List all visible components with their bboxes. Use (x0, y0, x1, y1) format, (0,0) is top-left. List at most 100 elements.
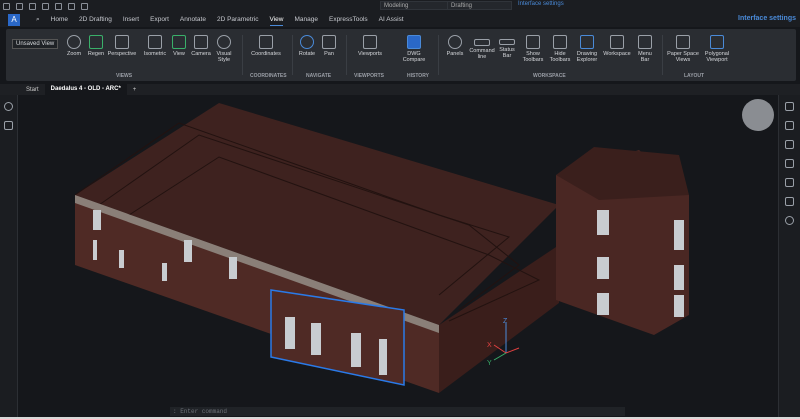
coordinates-icon (259, 35, 273, 49)
bim-icon[interactable] (785, 197, 794, 206)
search-icon[interactable]: ⌕ (36, 16, 40, 24)
command-input[interactable]: : Enter command (170, 407, 625, 416)
attach-icon[interactable] (785, 140, 794, 149)
polygonal-viewport-icon (710, 35, 724, 49)
label: Pan (324, 51, 334, 57)
divider (438, 35, 439, 75)
drawing-explorer-icon (580, 35, 594, 49)
left-sidebar (0, 95, 18, 419)
regen-icon (89, 35, 103, 49)
isometric-button[interactable]: Isometric (141, 35, 169, 57)
interface-settings-button[interactable]: Interface settings (738, 15, 796, 22)
layers-icon[interactable] (4, 121, 13, 130)
polygonal-viewport-button[interactable]: Polygonal Viewport (702, 35, 732, 63)
divider (292, 35, 293, 75)
tab-drawing[interactable]: Daedalus 4 - OLD - ARC* (44, 84, 127, 95)
axis-x-label: X (487, 342, 492, 349)
label: Visual Style (216, 51, 232, 63)
show-toolbars-button[interactable]: Show Toolbars (520, 35, 546, 63)
grid-icon[interactable] (785, 178, 794, 187)
view-icon (172, 35, 186, 49)
workspace-icon (610, 35, 624, 49)
viewports-button[interactable]: Viewports (352, 35, 388, 57)
dwg-compare-icon (407, 35, 421, 49)
label: Perspective (107, 51, 137, 57)
status-bar-button[interactable]: Status Bar (496, 35, 518, 59)
label: Drawing Explorer (576, 51, 598, 63)
menu-bar-icon (638, 35, 652, 49)
layers-panel-icon[interactable] (785, 121, 794, 130)
profile-select[interactable]: Drafting (447, 1, 512, 10)
new-icon[interactable] (3, 2, 10, 10)
paper-space-icon (676, 35, 690, 49)
divider (242, 35, 243, 75)
redo-icon[interactable] (81, 2, 88, 10)
interface-settings-link[interactable]: Interface settings (518, 1, 564, 7)
document-tabs: Start Daedalus 4 - OLD - ARC* + (0, 84, 800, 95)
regen-button[interactable]: Regen (86, 35, 106, 57)
perspective-button[interactable]: Perspective (106, 35, 138, 57)
save-as-icon[interactable] (42, 2, 49, 10)
tab-manage[interactable]: Manage (294, 16, 318, 23)
label: Panels (446, 51, 464, 57)
command-line-button[interactable]: Command line (468, 35, 496, 60)
properties-icon[interactable] (785, 102, 794, 111)
divider (346, 35, 347, 75)
label: Menu Bar (638, 51, 652, 63)
cloud-icon[interactable] (785, 216, 794, 225)
zoom-button[interactable]: Zoom (64, 35, 84, 57)
label: Status Bar (499, 47, 515, 59)
tab-start[interactable]: Start (20, 87, 45, 93)
paper-space-views-button[interactable]: Paper Space Views (666, 35, 700, 63)
zoom-icon (67, 35, 81, 49)
tab-annotate[interactable]: Annotate (180, 16, 206, 23)
app-logo[interactable]: A (8, 13, 20, 26)
tab-2d-parametric[interactable]: 2D Parametric (217, 16, 259, 23)
coordinates-button[interactable]: Coordinates (248, 35, 284, 57)
dwg-compare-button[interactable]: DWG Compare (400, 35, 428, 63)
camera-button[interactable]: Camera (190, 35, 212, 57)
group-history: HISTORY (407, 73, 429, 79)
label: Hide Toolbars (549, 51, 571, 63)
group-viewports[interactable]: VIEWPORTS (354, 73, 384, 79)
save-icon[interactable] (29, 2, 36, 10)
tab-home[interactable]: Home (51, 16, 68, 23)
hide-toolbars-button[interactable]: Hide Toolbars (547, 35, 573, 63)
ribbon: Unsaved View Zoom Regen Perspective Isom… (6, 29, 796, 81)
panels-icon (448, 35, 462, 49)
undo-icon[interactable] (68, 2, 75, 10)
status-bar-icon (499, 39, 515, 45)
lightbulb-icon[interactable] (4, 102, 13, 111)
label: Paper Space Views (667, 51, 699, 63)
perspective-icon (115, 35, 129, 49)
print-icon[interactable] (55, 2, 62, 10)
tab-expresstools[interactable]: ExpressTools (329, 16, 368, 23)
visual-style-button[interactable]: Visual Style (212, 35, 236, 63)
tab-ai-assist[interactable]: AI Assist (379, 16, 404, 23)
drawing-explorer-button[interactable]: Drawing Explorer (573, 35, 601, 63)
view-button[interactable]: View (169, 35, 189, 57)
pan-icon (322, 35, 336, 49)
viewports-icon (363, 35, 377, 49)
pan-button[interactable]: Pan (320, 35, 338, 57)
new-tab-icon[interactable]: + (127, 87, 143, 93)
group-coordinates: COORDINATES (250, 73, 287, 79)
view-cube-icon[interactable] (742, 99, 774, 131)
tab-insert[interactable]: Insert (123, 16, 139, 23)
camera-icon (194, 35, 208, 49)
label: Show Toolbars (522, 51, 544, 63)
group-layout[interactable]: LAYOUT (684, 73, 704, 79)
tab-2d-drafting[interactable]: 2D Drafting (79, 16, 112, 23)
workspace-button[interactable]: Workspace (602, 35, 632, 57)
rotate-button[interactable]: Rotate (296, 35, 318, 57)
menu-bar-button[interactable]: Menu Bar (634, 35, 656, 63)
document-icon[interactable] (785, 159, 794, 168)
panels-button[interactable]: Panels (444, 35, 466, 57)
group-views: VIEWS (116, 73, 133, 79)
tab-view[interactable]: View (269, 16, 283, 26)
open-icon[interactable] (16, 2, 23, 10)
model-viewport[interactable]: Z X Y (19, 95, 777, 417)
unsaved-view-select[interactable]: Unsaved View (12, 39, 59, 49)
tab-export[interactable]: Export (150, 16, 169, 23)
label: Command line (469, 48, 495, 60)
